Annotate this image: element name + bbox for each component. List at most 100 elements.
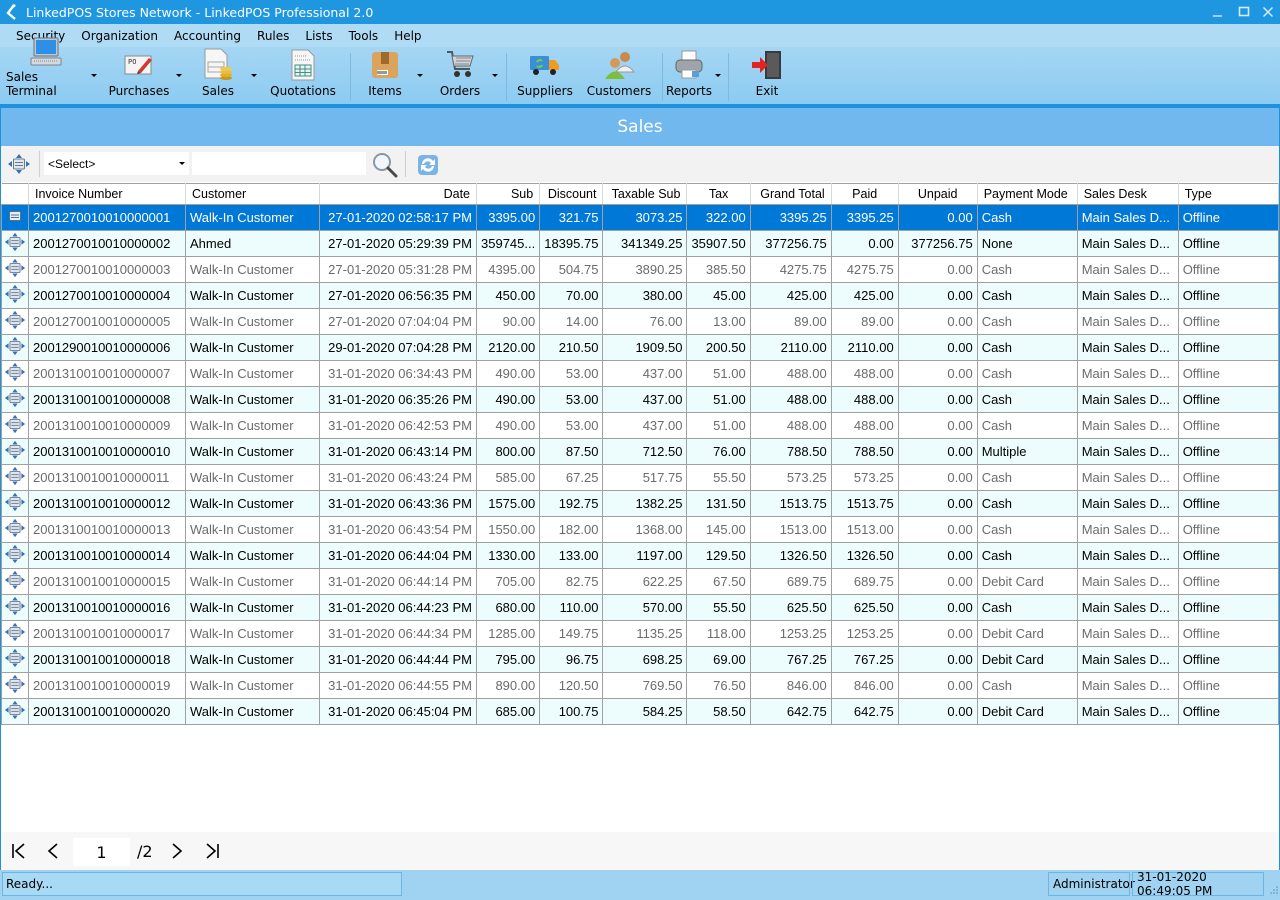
- move-handle-icon: [4, 362, 26, 382]
- row-handle[interactable]: [1, 360, 29, 387]
- table-row[interactable]: 2001270010010000004 Walk-In Customer 27-01…: [1, 282, 1279, 309]
- column-header-sub[interactable]: Sub: [476, 183, 541, 205]
- row-handle[interactable]: [1, 282, 29, 309]
- table-row[interactable]: 2001270010010000003 Walk-In Customer 27-01…: [1, 256, 1279, 283]
- row-handle[interactable]: [1, 698, 29, 725]
- column-header-discount[interactable]: Discount: [539, 183, 604, 205]
- row-handle[interactable]: [1, 334, 29, 361]
- table-row[interactable]: 2001310010010000020 Walk-In Customer 31-01…: [1, 698, 1279, 725]
- column-header-type[interactable]: Type: [1178, 183, 1279, 205]
- items-button[interactable]: Items: [366, 47, 404, 104]
- row-handle[interactable]: [1, 464, 29, 491]
- purchases-dropdown-icon[interactable]: [176, 74, 182, 77]
- customers-button[interactable]: Customers: [587, 47, 651, 104]
- table-row[interactable]: 2001310010010000015 Walk-In Customer 31-01…: [1, 568, 1279, 595]
- table-row[interactable]: 2001310010010000019 Walk-In Customer 31-01…: [1, 672, 1279, 699]
- cell-sales-desk: Main Sales D...: [1076, 672, 1179, 699]
- table-row[interactable]: 2001310010010000017 Walk-In Customer 31-01…: [1, 620, 1279, 647]
- move-handle-icon[interactable]: [7, 153, 31, 178]
- menu-help[interactable]: Help: [386, 29, 429, 43]
- menu-organization[interactable]: Organization: [73, 29, 166, 43]
- column-header-invoice-number[interactable]: Invoice Number: [28, 183, 186, 205]
- table-row[interactable]: 2001290010010000006 Walk-In Customer 29-01…: [1, 334, 1279, 361]
- previous-page-button[interactable]: [47, 840, 59, 862]
- cell-grand-total: 488.00: [749, 412, 832, 439]
- cell-date: 31-01-2020 06:44:14 PM: [319, 568, 477, 595]
- column-header-sales-desk[interactable]: Sales Desk: [1077, 183, 1179, 205]
- table-row[interactable]: 2001310010010000012 Walk-In Customer 31-01…: [1, 490, 1279, 517]
- page-number-input[interactable]: [73, 838, 130, 866]
- table-row[interactable]: 2001270010010000002 Ahmed 27-01-2020 05:29…: [1, 230, 1279, 257]
- cell-sub: 1575.00: [475, 490, 541, 517]
- row-handle[interactable]: [1, 230, 29, 257]
- row-handle[interactable]: [1, 204, 29, 231]
- column-header-tax[interactable]: Tax: [686, 183, 751, 205]
- table-row[interactable]: 2001310010010000016 Walk-In Customer 31-01…: [1, 594, 1279, 621]
- table-row[interactable]: 2001310010010000009 Walk-In Customer 31-01…: [1, 412, 1279, 439]
- table-row[interactable]: 2001310010010000013 Walk-In Customer 31-01…: [1, 516, 1279, 543]
- last-page-button[interactable]: [204, 840, 220, 862]
- cell-date: 31-01-2020 06:44:44 PM: [319, 646, 477, 673]
- row-handle[interactable]: [1, 646, 29, 673]
- sales-button[interactable]: Sales: [196, 47, 240, 104]
- row-handle[interactable]: [1, 438, 29, 465]
- next-page-button[interactable]: [171, 840, 183, 862]
- reports-button[interactable]: Reports: [666, 47, 712, 104]
- menu-lists[interactable]: Lists: [297, 29, 340, 43]
- status-bar: Ready... Administrator 31-01-2020 06:49:…: [0, 870, 1280, 900]
- table-row[interactable]: 2001310010010000018 Walk-In Customer 31-01…: [1, 646, 1279, 673]
- menu-rules[interactable]: Rules: [249, 29, 297, 43]
- table-row[interactable]: 2001310010010000014 Walk-In Customer 31-01…: [1, 542, 1279, 569]
- search-button[interactable]: [371, 151, 399, 179]
- sales-terminal-dropdown-icon[interactable]: [91, 74, 97, 77]
- purchases-button[interactable]: PO Purchases: [107, 47, 171, 104]
- menu-tools[interactable]: Tools: [341, 29, 387, 43]
- minimize-button[interactable]: [1204, 0, 1232, 24]
- sales-label: Sales: [202, 84, 234, 98]
- row-handle[interactable]: [1, 672, 29, 699]
- search-field-select[interactable]: <Select>: [44, 152, 189, 175]
- row-handle[interactable]: [1, 386, 29, 413]
- column-header-taxable-sub[interactable]: Taxable Sub: [602, 183, 688, 205]
- column-header-date[interactable]: Date: [319, 183, 477, 205]
- customers-people-icon: [603, 49, 635, 81]
- orders-dropdown-icon[interactable]: [492, 74, 498, 77]
- search-input[interactable]: [192, 152, 366, 175]
- row-handle[interactable]: [1, 256, 29, 283]
- row-handle[interactable]: [1, 542, 29, 569]
- column-header-payment-mode[interactable]: Payment Mode: [977, 183, 1078, 205]
- column-header-grand-total[interactable]: Grand Total: [750, 183, 832, 205]
- close-button[interactable]: [1256, 0, 1280, 24]
- row-handle[interactable]: [1, 594, 29, 621]
- resize-grip-icon[interactable]: [1270, 882, 1278, 897]
- table-row[interactable]: 2001310010010000007 Walk-In Customer 31-01…: [1, 360, 1279, 387]
- row-handle[interactable]: [1, 412, 29, 439]
- suppliers-button[interactable]: Suppliers: [517, 47, 573, 104]
- menu-accounting[interactable]: Accounting: [166, 29, 249, 43]
- maximize-button[interactable]: [1232, 0, 1256, 24]
- table-row[interactable]: 2001270010010000005 Walk-In Customer 27-01…: [1, 308, 1279, 335]
- table-row[interactable]: 2001270010010000001 Walk-In Customer 27-01…: [1, 204, 1279, 231]
- table-row[interactable]: 2001310010010000008 Walk-In Customer 31-01…: [1, 386, 1279, 413]
- row-handle[interactable]: [1, 620, 29, 647]
- orders-button[interactable]: Orders: [438, 47, 482, 104]
- column-header-customer[interactable]: Customer: [185, 183, 320, 205]
- table-row[interactable]: 2001310010010000011 Walk-In Customer 31-01…: [1, 464, 1279, 491]
- row-handle[interactable]: [1, 568, 29, 595]
- items-dropdown-icon[interactable]: [417, 74, 423, 77]
- row-handle[interactable]: [1, 490, 29, 517]
- table-row[interactable]: 2001310010010000010 Walk-In Customer 31-01…: [1, 438, 1279, 465]
- column-header-paid[interactable]: Paid: [831, 183, 899, 205]
- exit-button[interactable]: Exit: [750, 47, 784, 104]
- first-page-button[interactable]: [11, 840, 27, 862]
- cell-grand-total: 4275.75: [749, 256, 832, 283]
- sales-terminal-button[interactable]: Sales Terminal: [6, 37, 86, 104]
- item-box-icon: [369, 49, 401, 81]
- column-header-unpaid[interactable]: Unpaid: [898, 183, 978, 205]
- reports-dropdown-icon[interactable]: [715, 74, 721, 77]
- sales-dropdown-icon[interactable]: [251, 74, 257, 77]
- row-handle[interactable]: [1, 516, 29, 543]
- row-handle[interactable]: [1, 308, 29, 335]
- refresh-button[interactable]: [414, 151, 442, 179]
- quotations-button[interactable]: Quotations: [270, 47, 336, 104]
